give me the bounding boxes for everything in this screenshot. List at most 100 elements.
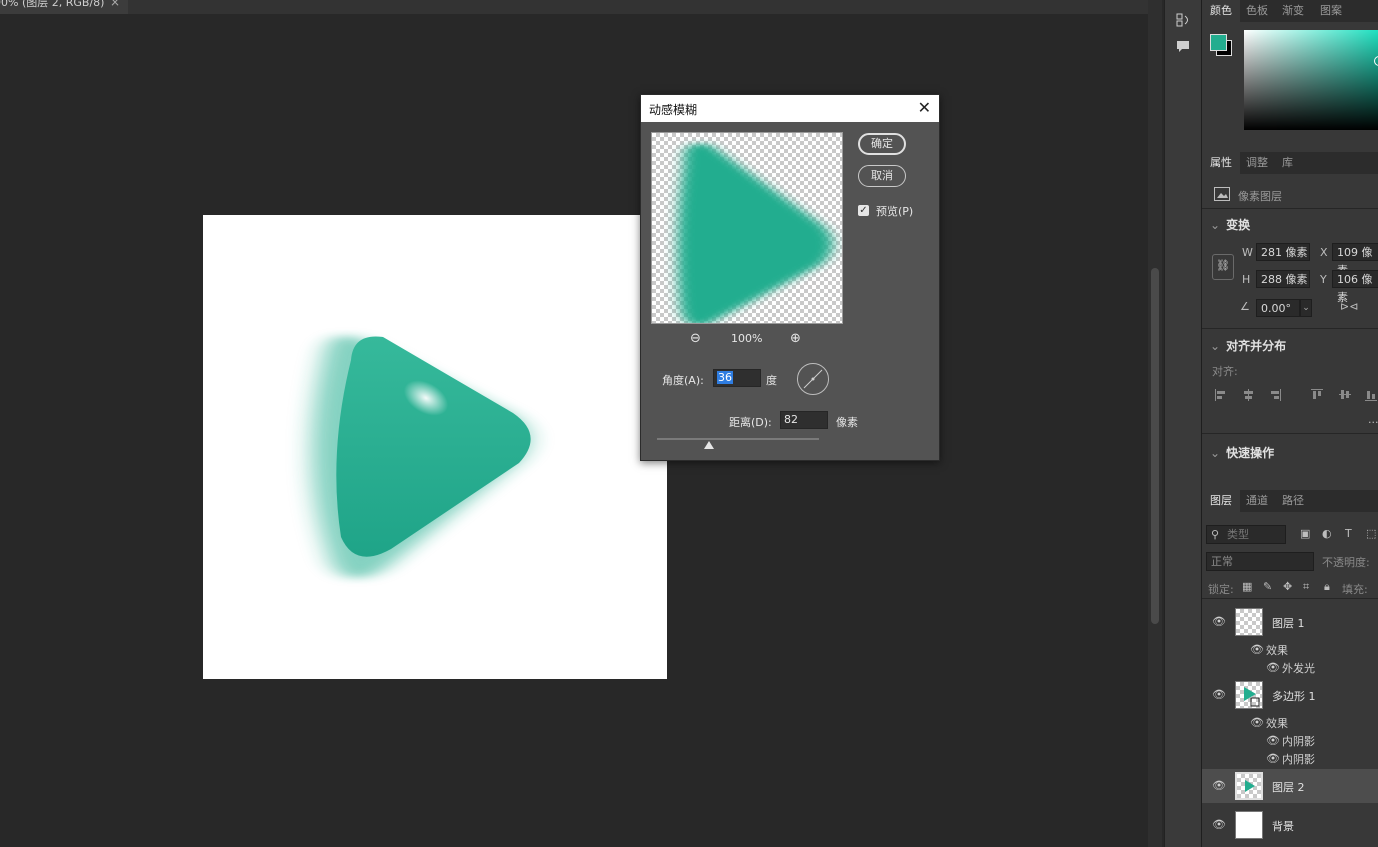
align-top-icon[interactable] xyxy=(1310,388,1324,402)
close-icon[interactable]: × xyxy=(110,0,120,8)
chevron-down-icon[interactable]: ⌄ xyxy=(1300,299,1312,317)
align-middle-icon[interactable] xyxy=(1338,388,1352,402)
y-field[interactable]: 106 像素 xyxy=(1332,270,1378,304)
eye-icon[interactable]: 👁︎ xyxy=(1250,716,1264,729)
layer-filter-input[interactable]: ⚲ 类型 xyxy=(1206,525,1286,544)
tab-adjustments[interactable]: 调整 xyxy=(1238,152,1276,174)
transform-section[interactable]: ⌄ 变换 xyxy=(1210,216,1250,233)
tab-patterns[interactable]: 图案 xyxy=(1312,0,1350,22)
layer-row[interactable]: 👁︎ 背景 xyxy=(1202,808,1378,842)
distance-slider[interactable] xyxy=(657,438,819,440)
filter-shape-icon[interactable]: ⬚ xyxy=(1366,527,1376,540)
history-icon[interactable] xyxy=(1175,12,1191,28)
distance-slider-knob[interactable] xyxy=(704,441,714,449)
color-picker-field[interactable] xyxy=(1244,30,1378,130)
tab-paths[interactable]: 路径 xyxy=(1274,490,1312,512)
layer-row[interactable]: 👁︎ 多边形 1 xyxy=(1202,678,1378,712)
comment-icon[interactable] xyxy=(1175,38,1191,54)
flip-horizontal-icon[interactable]: ⊳⊲ xyxy=(1340,300,1358,313)
effect-item[interactable]: 内阴影 xyxy=(1282,733,1315,749)
preview-artwork xyxy=(677,143,833,323)
angle-field[interactable]: 0.00° xyxy=(1256,299,1300,317)
layer-name[interactable]: 图层 1 xyxy=(1272,615,1305,631)
align-center-icon[interactable] xyxy=(1242,388,1256,402)
tab-properties[interactable]: 属性 xyxy=(1202,152,1240,174)
align-left-icon[interactable] xyxy=(1214,388,1228,402)
tab-gradients[interactable]: 渐变 xyxy=(1274,0,1312,22)
y-label: Y xyxy=(1320,273,1327,286)
document-tab[interactable]: 00% (图层 2, RGB/8) × xyxy=(0,0,128,14)
document-canvas[interactable] xyxy=(203,215,667,679)
effect-item[interactable]: 内阴影 xyxy=(1282,751,1315,767)
lock-transparent-icon[interactable]: ▦ xyxy=(1242,580,1252,593)
layer-thumbnail xyxy=(1235,608,1263,636)
opacity-label: 不透明度: xyxy=(1322,556,1370,569)
tab-libraries[interactable]: 库 xyxy=(1274,152,1301,174)
tab-layers[interactable]: 图层 xyxy=(1202,490,1240,512)
distance-input[interactable]: 82 xyxy=(780,411,828,429)
ok-button[interactable]: 确定 xyxy=(858,133,906,155)
lock-all-icon[interactable]: 🔒︎ xyxy=(1324,580,1330,594)
zoom-in-icon[interactable]: ⊕ xyxy=(790,331,801,346)
lock-artboard-icon[interactable]: ⌗ xyxy=(1303,580,1309,594)
angle-value: 36 xyxy=(717,371,733,384)
height-field[interactable]: 288 像素 xyxy=(1256,270,1310,288)
align-section[interactable]: ⌄ 对齐并分布 xyxy=(1210,337,1286,354)
divider xyxy=(1202,598,1378,599)
lock-brush-icon[interactable]: ✎ xyxy=(1263,580,1272,593)
scrollbar-thumb[interactable] xyxy=(1151,268,1159,624)
width-field[interactable]: 281 像素 xyxy=(1256,243,1310,261)
zoom-out-icon[interactable]: ⊖ xyxy=(690,331,701,346)
eye-icon[interactable]: 👁︎ xyxy=(1266,752,1280,765)
layers-panel-tabs: 图层 通道 路径 xyxy=(1202,490,1378,512)
zoom-level: 100% xyxy=(731,332,763,345)
eye-icon[interactable]: 👁︎ xyxy=(1266,661,1280,674)
chevron-down-icon: ⌄ xyxy=(1210,218,1221,232)
cancel-button[interactable]: 取消 xyxy=(858,165,906,187)
layer-name[interactable]: 多边形 1 xyxy=(1272,688,1316,704)
tab-swatches[interactable]: 色板 xyxy=(1238,0,1276,22)
filter-image-icon[interactable]: ▣ xyxy=(1300,527,1310,540)
align-right-icon[interactable] xyxy=(1268,388,1282,402)
eye-icon[interactable]: 👁︎ xyxy=(1212,818,1226,831)
lock-label: 锁定: xyxy=(1208,583,1234,596)
angle-icon: ∠ xyxy=(1240,300,1250,313)
dialog-title-bar[interactable]: 动感模糊 ✕ xyxy=(641,95,939,122)
tab-channels[interactable]: 通道 xyxy=(1238,490,1276,512)
blend-mode-select[interactable]: 正常 xyxy=(1206,552,1314,571)
filter-type-icon[interactable]: T xyxy=(1345,527,1352,540)
foreground-color-swatch[interactable] xyxy=(1210,34,1227,51)
more-icon[interactable]: ... xyxy=(1368,413,1378,426)
eye-icon[interactable]: 👁︎ xyxy=(1212,615,1226,628)
preview-checkbox[interactable]: ✓ xyxy=(858,205,869,216)
quick-actions-section[interactable]: ⌄ 快速操作 xyxy=(1210,444,1274,461)
effects-label: 效果 xyxy=(1266,644,1288,657)
properties-panel-tabs: 属性 调整 库 xyxy=(1202,152,1378,174)
angle-input[interactable]: 36 xyxy=(713,369,761,387)
angle-dial[interactable] xyxy=(797,363,829,395)
distance-unit: 像素 xyxy=(836,416,858,429)
filter-adjustment-icon[interactable]: ◐ xyxy=(1322,527,1332,540)
tab-color[interactable]: 颜色 xyxy=(1202,0,1240,22)
layer-row-selected[interactable]: 👁︎ 图层 2 xyxy=(1202,769,1378,803)
effect-item[interactable]: 外发光 xyxy=(1282,660,1315,676)
layer-row[interactable]: 👁︎ 图层 1 xyxy=(1202,605,1378,639)
layer-name[interactable]: 背景 xyxy=(1272,818,1294,834)
blur-preview[interactable] xyxy=(651,132,843,324)
layer-name[interactable]: 图层 2 xyxy=(1272,779,1305,795)
align-label: 对齐: xyxy=(1212,365,1238,378)
fill-label: 填充: xyxy=(1342,583,1368,596)
layer-thumbnail xyxy=(1235,772,1263,800)
eye-icon[interactable]: 👁︎ xyxy=(1250,643,1264,656)
color-panel-tabs: 颜色 色板 渐变 图案 xyxy=(1202,0,1378,22)
canvas-scrollbar[interactable] xyxy=(1148,0,1162,847)
link-icon[interactable]: ⛓ xyxy=(1212,254,1234,280)
eye-icon[interactable]: 👁︎ xyxy=(1212,688,1226,701)
eye-icon[interactable]: 👁︎ xyxy=(1212,779,1226,792)
align-bottom-icon[interactable] xyxy=(1364,388,1378,402)
close-icon[interactable]: ✕ xyxy=(918,98,931,117)
lock-move-icon[interactable]: ✥ xyxy=(1283,580,1292,593)
color-picker-cursor[interactable] xyxy=(1374,56,1378,66)
x-field[interactable]: 109 像素 xyxy=(1332,243,1378,277)
eye-icon[interactable]: 👁︎ xyxy=(1266,734,1280,747)
